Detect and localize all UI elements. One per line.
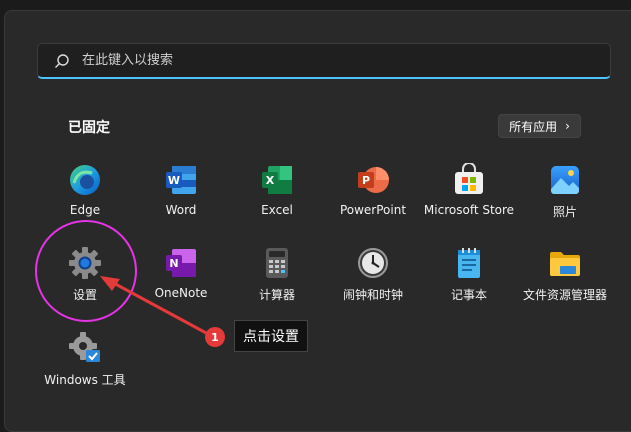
app-label: 闹钟和时钟 (342, 288, 403, 302)
app-label: 记事本 (450, 288, 487, 302)
app-label: 照片 (552, 205, 577, 219)
app-file-explorer[interactable]: 文件资源管理器 (515, 246, 615, 303)
tools-icon (69, 332, 100, 362)
calculator-icon (266, 248, 288, 278)
notepad-icon (458, 248, 480, 278)
app-powerpoint[interactable]: P PowerPoint (323, 163, 423, 217)
app-label: Edge (69, 203, 101, 217)
onenote-icon: N (166, 249, 196, 277)
search-input[interactable] (80, 52, 564, 69)
app-windows-tools[interactable]: Windows 工具 (35, 331, 135, 388)
app-label: PowerPoint (339, 203, 407, 217)
folder-icon (550, 252, 580, 276)
store-icon (455, 163, 483, 194)
app-label: OneNote (154, 286, 208, 300)
app-label: 计算器 (258, 288, 295, 302)
app-label: Word (165, 203, 197, 217)
clock-icon (358, 248, 388, 278)
pinned-title: 已固定 (68, 120, 110, 136)
all-apps-label: 所有应用 (509, 119, 558, 134)
annotation-callout: 点击设置 (234, 320, 308, 352)
app-microsoft-store[interactable]: Microsoft Store (419, 163, 519, 217)
app-excel[interactable]: X Excel (227, 163, 327, 217)
powerpoint-icon: P (358, 167, 389, 193)
app-label: Excel (261, 203, 293, 217)
app-clock[interactable]: 闹钟和时钟 (323, 246, 423, 303)
highlight-circle (35, 220, 137, 322)
svg-text:P: P (362, 174, 370, 187)
search-icon (55, 53, 69, 68)
app-word[interactable]: W Word (131, 163, 231, 217)
app-label: 文件资源管理器 (522, 288, 607, 302)
svg-text:W: W (168, 174, 180, 187)
svg-text:X: X (266, 174, 275, 187)
step-badge: 1 (205, 327, 225, 347)
word-icon: W (166, 166, 196, 194)
photos-icon (551, 166, 579, 194)
app-onenote[interactable]: N OneNote (131, 246, 231, 300)
app-label: Windows 工具 (44, 373, 126, 387)
app-label: Microsoft Store (423, 203, 515, 217)
svg-text:N: N (169, 257, 178, 270)
app-notepad[interactable]: 记事本 (419, 246, 519, 303)
edge-icon (70, 165, 100, 195)
app-calculator[interactable]: 计算器 (227, 246, 327, 303)
excel-icon: X (262, 166, 292, 194)
app-photos[interactable]: 照片 (515, 163, 615, 220)
all-apps-button[interactable]: 所有应用 › (498, 114, 581, 138)
chevron-right-icon: › (565, 119, 570, 133)
app-edge[interactable]: Edge (35, 163, 135, 217)
search-box[interactable] (37, 43, 611, 79)
